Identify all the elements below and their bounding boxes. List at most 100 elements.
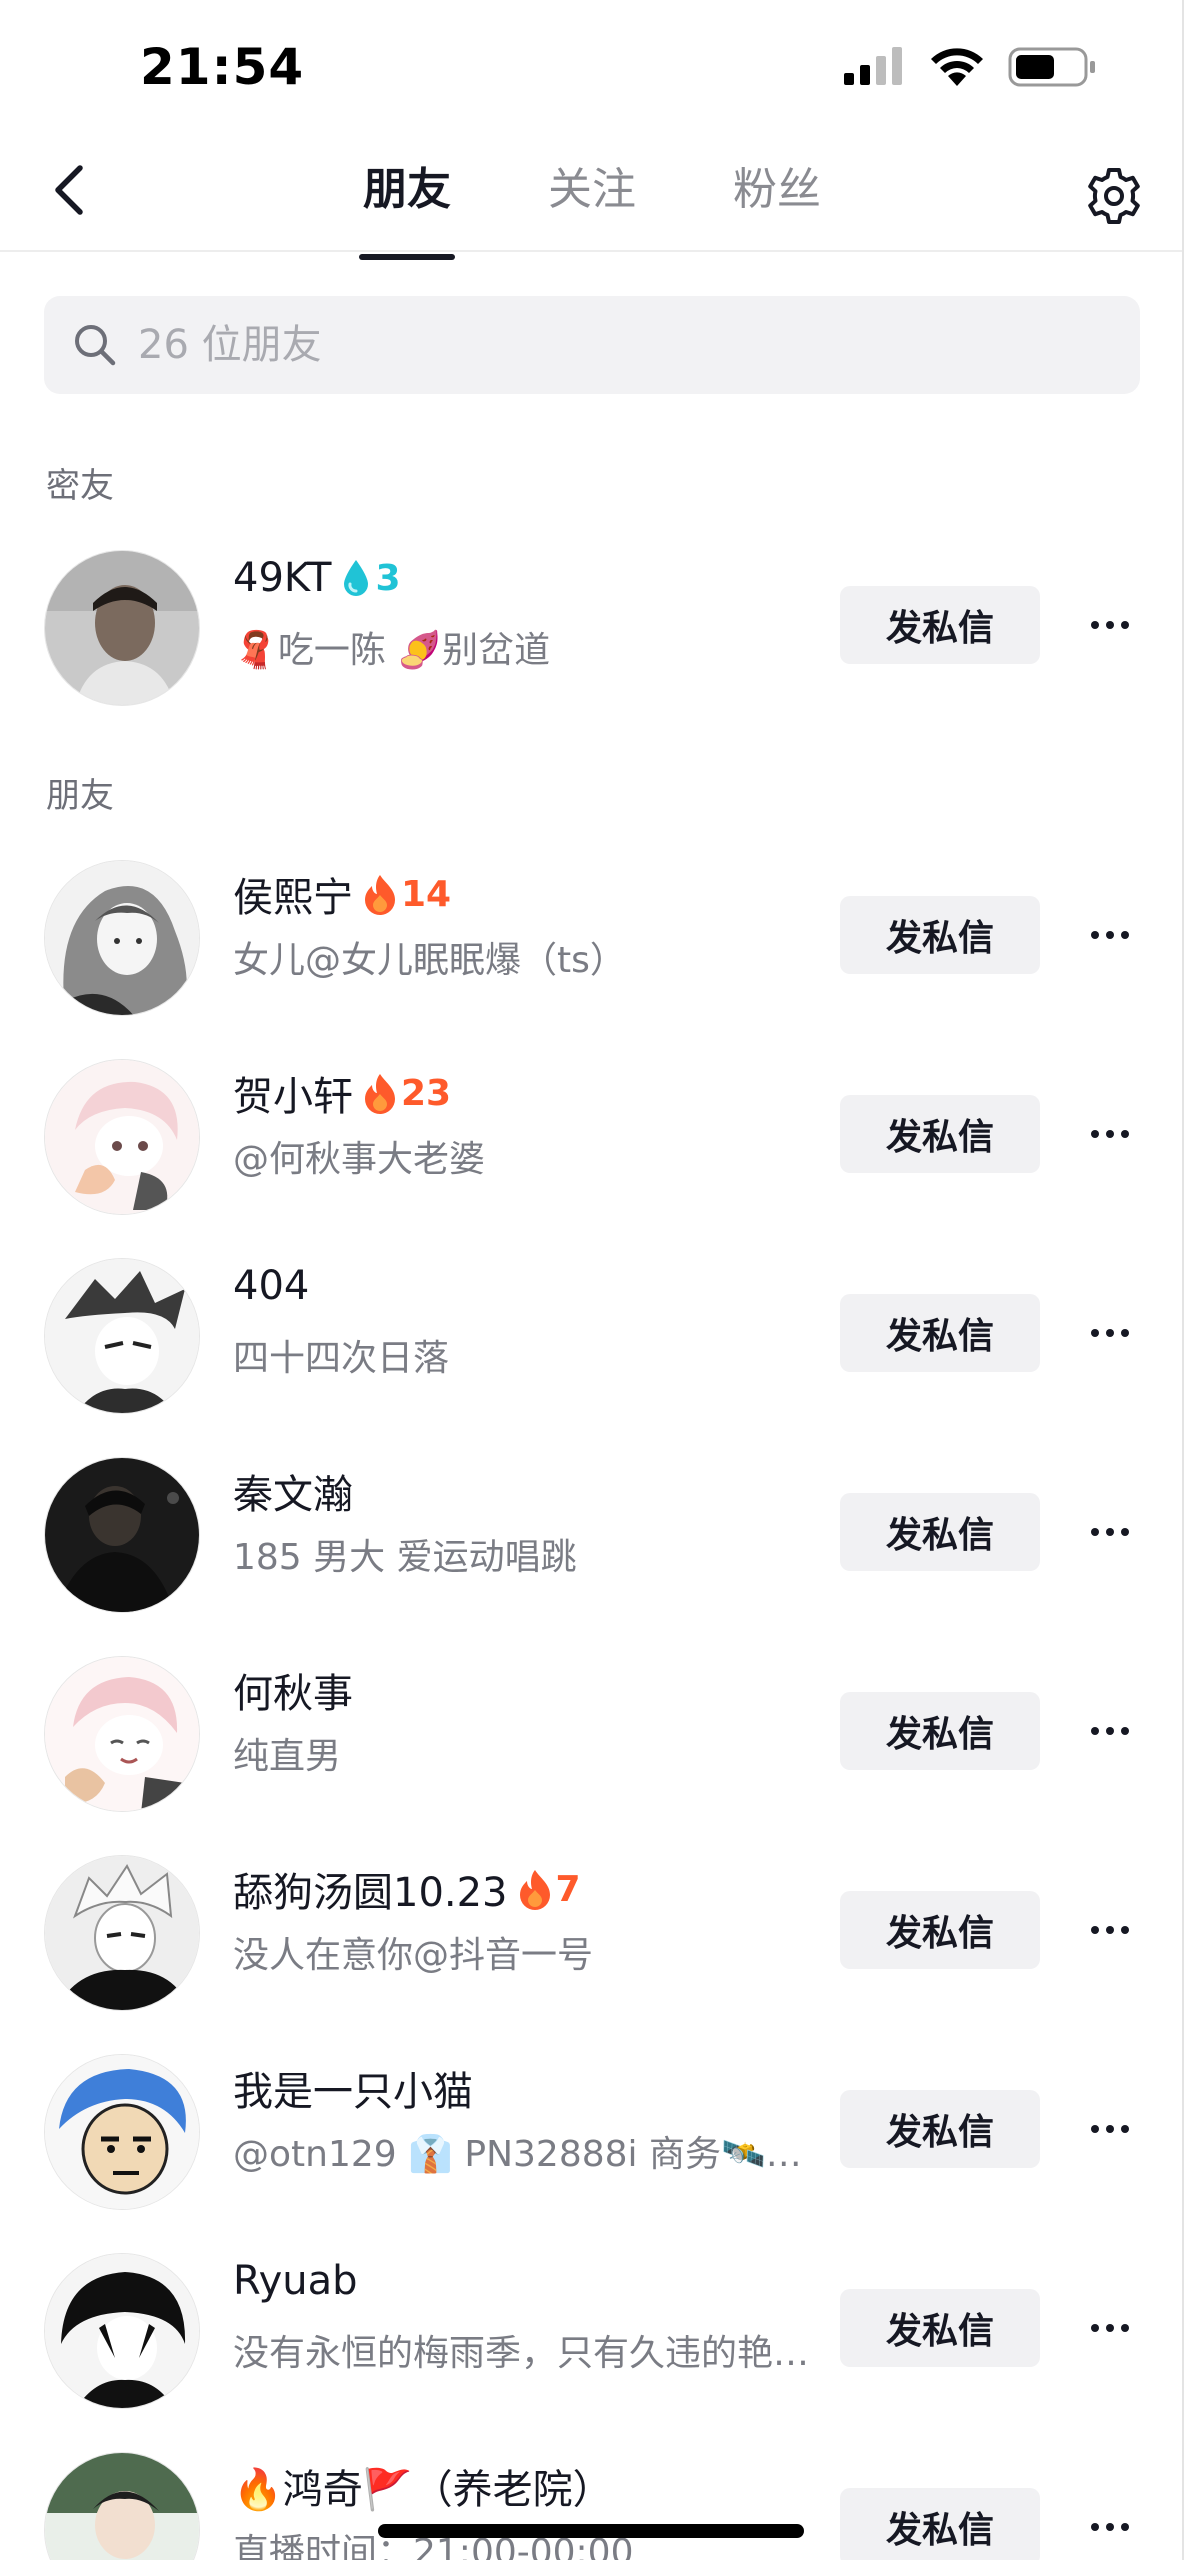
fire-icon — [519, 1870, 550, 1910]
avatar[interactable] — [44, 2253, 200, 2409]
more-options-icon[interactable] — [1080, 1504, 1140, 1560]
name-line: 贺小轩 23 — [233, 1064, 451, 1122]
name-line: 秦文瀚 — [233, 1462, 353, 1520]
name-line: 舔狗汤圆10.23 7 — [233, 1860, 581, 1918]
streak-count: 14 — [401, 873, 452, 915]
friend-row[interactable]: 贺小轩 23 @何秋事大老婆 发私信 — [0, 1044, 1184, 1224]
settings-button[interactable] — [1080, 162, 1148, 230]
friend-name: Ryuab — [233, 2258, 358, 2304]
friend-row[interactable]: 何秋事 纯直男 发私信 — [0, 1641, 1184, 1821]
friend-row[interactable]: 侯熙宁 14 女儿@女儿眠眠爆（ts） 发私信 — [0, 845, 1184, 1025]
back-button[interactable] — [40, 160, 100, 220]
more-options-icon[interactable] — [1080, 1305, 1140, 1361]
friend-row[interactable]: 我是一只小猫 @otn129 👔 PN32888i 商务🛰️… 发私信 — [0, 2039, 1184, 2219]
more-options-icon[interactable] — [1080, 1902, 1140, 1958]
friend-name: 舔狗汤圆10.23 — [233, 1870, 508, 1916]
friend-bio: 纯直男 — [233, 1736, 342, 1777]
avatar[interactable] — [44, 550, 200, 706]
more-options-icon[interactable] — [1080, 2101, 1140, 2157]
friend-bio: 四十四次日落 — [233, 1338, 450, 1379]
section-title-close-friends: 密友 — [46, 466, 114, 506]
avatar[interactable] — [44, 1258, 200, 1414]
avatar[interactable] — [44, 2054, 200, 2210]
avatar[interactable] — [44, 860, 200, 1016]
friend-name: 我是一只小猫 — [233, 2069, 473, 2115]
friend-row[interactable]: 🔥鸿奇🚩（养老院） 直播时间：21:00-00:00 发私信 — [0, 2437, 1184, 2560]
tab-friends[interactable]: 朋友 — [315, 140, 500, 252]
search-icon — [75, 325, 116, 366]
tab-followers[interactable]: 粉丝 — [685, 140, 870, 252]
avatar[interactable] — [44, 1059, 200, 1215]
more-options-icon[interactable] — [1080, 1106, 1140, 1162]
friend-name: 侯熙宁 — [233, 875, 353, 921]
send-message-button[interactable]: 发私信 — [840, 2488, 1040, 2560]
friend-row[interactable]: 49KT 3 🧣吃一陈 🍠别岔道 发私信 — [0, 535, 1184, 715]
section-title-friends: 朋友 — [46, 776, 114, 816]
friend-bio: 女儿@女儿眠眠爆（ts） — [233, 940, 626, 981]
friend-bio: 没人在意你@抖音一号 — [233, 1935, 594, 1976]
cellular-signal-icon — [844, 47, 902, 85]
water-drop-icon — [344, 560, 369, 596]
search-bar[interactable] — [44, 296, 1140, 394]
more-options-icon[interactable] — [1080, 2499, 1140, 2555]
send-message-button[interactable]: 发私信 — [840, 586, 1040, 664]
avatar[interactable] — [44, 1656, 200, 1812]
streak-count: 7 — [555, 1868, 581, 1910]
battery-icon — [1008, 47, 1095, 87]
name-line: 🔥鸿奇🚩（养老院） — [233, 2457, 613, 2515]
send-message-button[interactable]: 发私信 — [840, 2090, 1040, 2168]
fire-icon — [365, 875, 395, 915]
send-message-button[interactable]: 发私信 — [840, 2289, 1040, 2367]
streak-badge: 7 — [518, 1868, 581, 1910]
home-indicator[interactable] — [378, 2524, 804, 2538]
name-line: 404 — [233, 1263, 309, 1309]
friend-row[interactable]: Ryuab 没有永恒的梅雨季，只有久违的艳… 发私信 — [0, 2238, 1184, 2418]
send-message-button[interactable]: 发私信 — [840, 1891, 1040, 1969]
streak-badge: 23 — [363, 1072, 451, 1114]
send-message-button[interactable]: 发私信 — [840, 1692, 1040, 1770]
search-input[interactable] — [138, 322, 1038, 368]
friend-name: 贺小轩 — [233, 1074, 353, 1120]
friend-row[interactable]: 舔狗汤圆10.23 7 没人在意你@抖音一号 发私信 — [0, 1840, 1184, 2020]
more-options-icon[interactable] — [1080, 597, 1140, 653]
friend-name: 秦文瀚 — [233, 1472, 353, 1518]
friend-name: 何秋事 — [233, 1671, 353, 1717]
send-message-button[interactable]: 发私信 — [840, 1493, 1040, 1571]
avatar[interactable] — [44, 1855, 200, 2011]
name-line: 49KT 3 — [233, 555, 401, 601]
streak-count: 23 — [401, 1072, 452, 1114]
status-time: 21:54 — [140, 38, 305, 96]
name-line: 何秋事 — [233, 1661, 353, 1719]
status-icons — [842, 46, 1098, 88]
app-screen: 21:54 朋友 关注 粉丝 26 位朋友 密友 49KT 3 🧣吃一陈 🍠别岔… — [0, 0, 1184, 2560]
send-message-button[interactable]: 发私信 — [840, 1294, 1040, 1372]
friend-bio: 🧣吃一陈 🍠别岔道 — [233, 630, 551, 671]
streak-badge: 14 — [363, 873, 451, 915]
send-message-button[interactable]: 发私信 — [840, 896, 1040, 974]
friend-bio: @otn129 👔 PN32888i 商务🛰️… — [233, 2134, 802, 2175]
tab-bar: 朋友 关注 粉丝 — [0, 140, 1184, 252]
friend-bio: @何秋事大老婆 — [233, 1139, 486, 1180]
friend-row[interactable]: 404 四十四次日落 发私信 — [0, 1243, 1184, 1423]
name-line: 我是一只小猫 — [233, 2059, 473, 2117]
chevron-left-icon — [55, 165, 83, 215]
name-line: Ryuab — [233, 2258, 358, 2304]
status-bar: 21:54 — [0, 0, 1184, 140]
avatar[interactable] — [44, 2452, 200, 2560]
friend-row[interactable]: 秦文瀚 185 男大 爱运动唱跳 发私信 — [0, 1442, 1184, 1622]
gear-icon — [1088, 168, 1140, 224]
tab-following[interactable]: 关注 — [500, 140, 685, 252]
friend-name: 🔥鸿奇🚩（养老院） — [233, 2467, 613, 2513]
friend-name: 49KT — [233, 555, 332, 601]
avatar[interactable] — [44, 1457, 200, 1613]
top-nav: 朋友 关注 粉丝 — [0, 140, 1184, 252]
more-options-icon[interactable] — [1080, 907, 1140, 963]
streak-count: 3 — [375, 557, 401, 599]
more-options-icon[interactable] — [1080, 2300, 1140, 2356]
name-line: 侯熙宁 14 — [233, 865, 451, 923]
more-options-icon[interactable] — [1080, 1703, 1140, 1759]
send-message-button[interactable]: 发私信 — [840, 1095, 1040, 1173]
streak-badge: 3 — [341, 557, 401, 599]
friend-bio: 185 男大 爱运动唱跳 — [233, 1537, 577, 1578]
friend-name: 404 — [233, 1263, 310, 1309]
